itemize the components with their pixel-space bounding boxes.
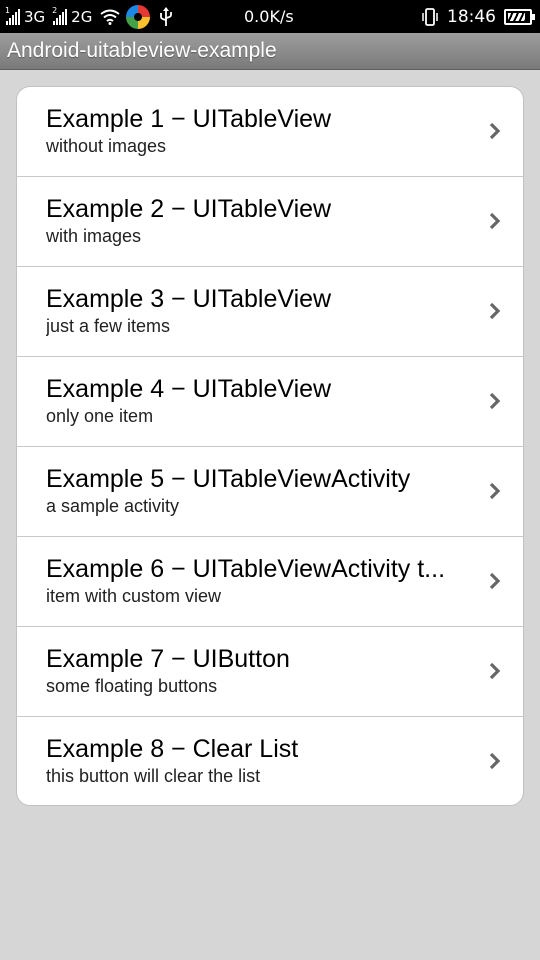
list-item-subtitle: some floating buttons — [46, 676, 218, 696]
vibrate-icon — [422, 7, 438, 26]
list-item-subtitle: without images — [46, 136, 167, 156]
chevron-right-icon — [489, 392, 501, 410]
clock: 18:46 — [447, 6, 496, 27]
list-item-title: Example 1 − UITableView — [46, 105, 332, 133]
network-type-2: 2G — [71, 7, 93, 26]
list-item-example-5[interactable]: Example 5 − UITableViewActivity a sample… — [17, 447, 523, 537]
wifi-icon — [100, 9, 120, 25]
list-item-example-6[interactable]: Example 6 − UITableViewActivity t... ite… — [17, 537, 523, 627]
list-item-example-7[interactable]: Example 7 − UIButton some floating butto… — [17, 627, 523, 717]
list-item-title: Example 4 − UITableView — [46, 375, 332, 403]
chevron-right-icon — [489, 212, 501, 230]
list-item-subtitle: just a few items — [46, 316, 171, 336]
table-view: Example 1 − UITableView without images E… — [16, 86, 524, 806]
list-item-title: Example 8 − Clear List — [46, 735, 299, 763]
signal-icon: 1 — [5, 6, 20, 25]
usb-icon — [160, 6, 173, 26]
app-logo-icon — [126, 4, 151, 29]
chevron-right-icon — [489, 752, 501, 770]
battery-icon — [504, 8, 535, 25]
list-item-example-3[interactable]: Example 3 − UITableView just a few items — [17, 267, 523, 357]
list-item-example-4[interactable]: Example 4 − UITableView only one item — [17, 357, 523, 447]
list-item-title: Example 3 − UITableView — [46, 285, 332, 313]
list-item-example-1[interactable]: Example 1 − UITableView without images — [17, 87, 523, 177]
list-item-subtitle: item with custom view — [46, 586, 222, 606]
list-item-example-8[interactable]: Example 8 − Clear List this button will … — [17, 717, 523, 805]
list-item-subtitle: with images — [46, 226, 142, 246]
chevron-right-icon — [489, 122, 501, 140]
list-item-title: Example 2 − UITableView — [46, 195, 332, 223]
list-item-title: Example 5 − UITableViewActivity — [46, 465, 411, 493]
status-bar: 1 3G 2 2G 0.0K/s 18:46 — [0, 0, 540, 33]
chevron-right-icon — [489, 662, 501, 680]
list-item-example-2[interactable]: Example 2 − UITableView with images — [17, 177, 523, 267]
chevron-right-icon — [489, 482, 501, 500]
signal-icon: 2 — [52, 6, 68, 25]
list-item-title: Example 7 − UIButton — [46, 645, 290, 673]
network-type-1: 3G — [24, 7, 46, 26]
list-item-subtitle: only one item — [46, 406, 154, 426]
battery-level — [508, 12, 525, 21]
list-item-title: Example 6 − UITableViewActivity t... — [46, 555, 446, 583]
network-speed: 0.0K/s — [244, 7, 294, 26]
list-item-subtitle: this button will clear the list — [46, 766, 261, 786]
title-bar: Android-uitableview-example — [0, 33, 540, 70]
chevron-right-icon — [489, 302, 501, 320]
chevron-right-icon — [489, 572, 501, 590]
page-title: Android-uitableview-example — [7, 39, 277, 62]
list-item-subtitle: a sample activity — [46, 496, 180, 516]
